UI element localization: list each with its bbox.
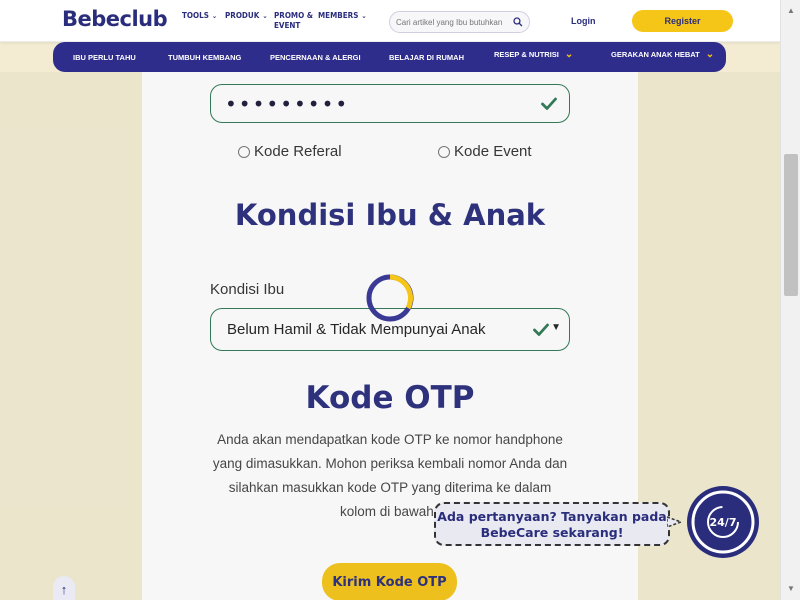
chat-line: BebeCare sekarang! [480,525,624,540]
category-pencernaan-alergi[interactable]: PENCERNAAN & ALERGI [270,53,361,62]
scroll-up-arrow-icon[interactable]: ▲ [781,2,800,18]
password-input[interactable] [225,91,525,116]
nav-tools[interactable]: TOOLS ⌄ [182,11,217,21]
chevron-down-icon: ⌄ [211,12,218,20]
kirim-otp-button[interactable]: Kirim Kode OTP [322,563,457,600]
category-label: RESEP & NUTRISI [494,50,559,59]
category-belajar-di-rumah[interactable]: BELAJAR DI RUMAH [389,53,464,62]
nav-produk-label: PRODUK [225,11,260,20]
category-gerakan-anak-hebat[interactable]: GERAKAN ANAK HEBAT ⌄ [611,48,715,60]
top-header: Bebeclub TOOLS ⌄ PRODUK ⌄ PROMO & EVENT … [0,0,780,42]
section-title-otp: Kode OTP [305,380,475,416]
category-label: PENCERNAAN & ALERGI [270,53,361,62]
nav-members-label: MEMBERS [318,11,359,20]
category-tumbuh-kembang[interactable]: TUMBUH KEMBANG [168,53,241,62]
category-resep-nutrisi[interactable]: RESEP & NUTRISI ⌄ [494,48,574,60]
category-label: GERAKAN ANAK HEBAT [611,50,700,59]
login-link[interactable]: Login [571,16,596,26]
register-button[interactable]: Register [632,10,733,32]
support-badge-text: 24/7 [710,516,737,529]
radio-input[interactable] [438,145,450,158]
scroll-down-arrow-icon[interactable]: ▼ [781,580,800,596]
scroll-thumb[interactable] [784,154,798,296]
category-bar: IBU PERLU TAHU TUMBUH KEMBANG PENCERNAAN… [53,42,726,72]
bebeclub-logo[interactable]: Bebeclub [62,7,168,31]
chevron-down-icon: ⌄ [262,12,268,20]
otp-line: yang dimasukkan. Mohon periksa kembali n… [212,456,568,471]
radio-kode-referal[interactable]: Kode Referal [238,143,342,160]
chevron-down-icon: ⌄ [705,48,715,60]
checkmark-icon [533,323,549,336]
section-title-kondisi: Kondisi Ibu & Anak [234,198,546,232]
radio-label: Kode Referal [254,143,342,160]
chat-support-button[interactable]: 24/7 [686,485,760,559]
search-box [389,11,530,33]
chevron-down-icon: ▼ [551,322,561,333]
nav-promo-event[interactable]: PROMO & EVENT [274,11,313,31]
otp-line: silahkan masukkan kode OTP yang diterima… [228,480,552,495]
nav-tools-label: TOOLS [182,11,209,20]
search-icon[interactable] [513,17,523,27]
radio-kode-event[interactable]: Kode Event [438,143,532,160]
search-input[interactable] [396,17,514,27]
checkmark-icon [541,97,557,110]
kondisi-ibu-label: Kondisi Ibu [210,281,285,298]
chevron-down-icon: ⌄ [564,48,574,60]
chevron-down-icon: ⌄ [361,12,367,20]
category-label: BELAJAR DI RUMAH [389,53,464,62]
radio-input[interactable] [238,145,250,158]
chat-line: Ada pertanyaan? Tanyakan pada [437,509,667,524]
vertical-scrollbar[interactable]: ▲ ▼ [780,0,800,600]
kondisi-ibu-value: Belum Hamil & Tidak Mempunyai Anak [227,321,486,338]
loading-spinner-icon [366,274,414,322]
category-ibu-perlu-tahu[interactable]: IBU PERLU TAHU [73,53,136,62]
chat-prompt-bubble[interactable]: Ada pertanyaan? Tanyakan pada BebeCare s… [434,502,670,546]
nav-event-label: EVENT [274,21,301,30]
nav-promo-label: PROMO & [274,11,313,20]
otp-line: Anda akan mendapatkan kode OTP ke nomor … [217,432,563,447]
nav-produk[interactable]: PRODUK ⌄ [225,11,268,21]
category-label: TUMBUH KEMBANG [168,53,242,62]
category-label: IBU PERLU TAHU [73,53,136,62]
password-field [210,84,570,123]
arrow-up-icon: ↑ [60,581,68,597]
nav-members[interactable]: MEMBERS ⌄ [318,11,367,21]
back-to-top-button[interactable]: ↑ [53,576,75,600]
radio-label: Kode Event [454,143,532,160]
bubble-tail-icon [667,516,683,528]
